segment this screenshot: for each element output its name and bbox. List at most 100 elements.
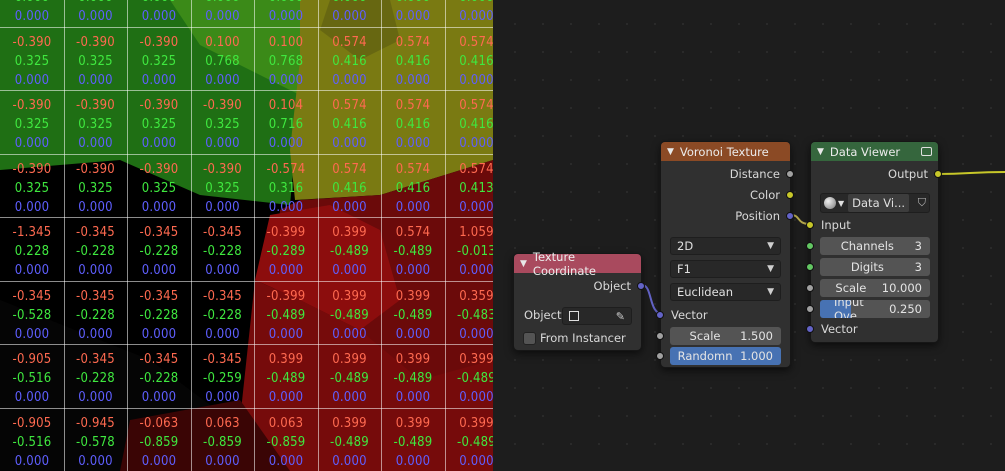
data-cell: -0.390 0.325 0.000 (127, 96, 191, 153)
viewer-node-icon[interactable] (921, 147, 932, 156)
randomness-input-socket[interactable] (656, 352, 664, 360)
voronoi-texture-header[interactable]: ▼ Voronoi Texture (661, 142, 790, 161)
cell-value-y: -0.859 (203, 434, 242, 450)
cell-value-x: -0.345 (12, 288, 52, 304)
input-socket[interactable] (806, 221, 814, 229)
cell-value-z: 0.000 (332, 72, 367, 88)
cell-value-y: -0.259 (203, 371, 242, 386)
cell-value-y: -0.489 (330, 371, 369, 386)
scale-label: Scale (689, 329, 721, 343)
scale-input-socket[interactable] (656, 332, 664, 340)
cell-value-y: -0.228 (139, 244, 179, 259)
cell-value-z: 0.000 (78, 9, 113, 24)
scale-field[interactable]: Scale 10.000 (820, 279, 930, 297)
data-cell: 0.399 -0.489 0.000 (254, 350, 318, 407)
digits-field[interactable]: Digits 3 (820, 258, 930, 276)
from-instancer-checkbox[interactable] (523, 332, 536, 345)
distance-output-socket[interactable] (786, 170, 794, 178)
scale-field[interactable]: Scale 1.500 (670, 327, 781, 345)
collapse-chevron-icon[interactable]: ▼ (520, 259, 527, 269)
cell-value-x: 0.100 (205, 34, 240, 50)
datablock-selector[interactable]: ▼ Data Vi... ⛉ (820, 193, 930, 213)
vector-input-socket[interactable] (806, 325, 814, 333)
object-picker-field[interactable]: ✎ (562, 307, 632, 325)
data-viewer-header[interactable]: ▼ Data Viewer (811, 142, 938, 161)
cell-value-y: -0.489 (330, 434, 369, 450)
texture-coordinate-node[interactable]: ▼ Texture Coordinate Object Object: ✎ Fr… (513, 250, 645, 351)
cell-value-z: 0.000 (268, 199, 304, 215)
cell-value-y: -0.528 (12, 307, 52, 323)
data-cell: -0.390 0.325 0.000 (191, 96, 255, 153)
vector-input-socket[interactable] (656, 311, 664, 319)
data-cell: 0.0000.0000.000 (254, 0, 318, 26)
feature-dropdown[interactable]: F1 ▼ (670, 260, 781, 278)
channels-input-socket[interactable] (806, 242, 814, 250)
position-output-socket[interactable] (786, 212, 794, 220)
feature-value: F1 (677, 262, 691, 276)
color-output-socket[interactable] (786, 191, 794, 199)
data-cell: 0.574 0.416 0.000 (445, 96, 493, 153)
data-cell: -0.390 0.325 0.000 (191, 160, 255, 217)
cell-value-z: 0.000 (78, 326, 113, 342)
output-label: Output (888, 167, 928, 181)
cell-value-x: -0.345 (76, 225, 115, 240)
digits-value: 3 (914, 260, 922, 274)
input-overlay-field[interactable]: Input Ove 0.250 (820, 300, 930, 318)
viewport-data-overlay[interactable]: 0.000 0.000 0.000 0.000 0.000 0.000 0.000 0.000… (0, 0, 493, 471)
cell-value-x: 0.574 (332, 34, 367, 50)
cell-value-x: 0.399 (332, 288, 367, 304)
cell-value-z: 0.000 (141, 326, 177, 342)
cell-value-z: 0.000 (332, 9, 367, 24)
cell-value-x: 0.399 (332, 415, 367, 431)
data-cell: 0.399 -0.489 0.000 (318, 414, 382, 471)
digits-input-socket[interactable] (806, 263, 814, 271)
cell-value-y: -0.228 (203, 244, 242, 259)
node-editor[interactable]: ▼ Texture Coordinate Object Object: ✎ Fr… (493, 0, 1005, 471)
shield-fake-user-icon[interactable]: ⛉ (918, 196, 926, 210)
eyedropper-icon[interactable]: ✎ (616, 310, 625, 323)
cell-value-x: -0.390 (12, 98, 52, 113)
cell-value-y: 0.768 (268, 53, 304, 69)
scale-input-socket[interactable] (806, 284, 814, 292)
data-cell: -0.345 -0.259 0.000 (191, 350, 255, 407)
object-output-socket[interactable] (637, 282, 645, 290)
channels-value: 3 (914, 239, 922, 253)
randomness-label: Randomn (677, 349, 733, 363)
from-instancer-label: From Instancer (540, 331, 626, 345)
cell-value-z: 0.000 (268, 9, 304, 24)
output-position-row: Position (661, 206, 790, 226)
cell-value-y: -0.859 (266, 434, 306, 450)
cell-value-y: -0.489 (266, 371, 306, 386)
metric-dropdown[interactable]: Euclidean ▼ (670, 283, 781, 301)
cell-value-x: 0.063 (205, 415, 240, 431)
data-cell: -0.390 0.325 0.000 (0, 33, 64, 90)
dimension-value: 2D (677, 239, 694, 253)
cell-value-z: 0.000 (205, 136, 240, 151)
data-cell: -0.063 -0.859 0.000 (127, 414, 191, 471)
input-overlay-socket[interactable] (806, 305, 814, 313)
cell-value-z: 0.000 (141, 72, 177, 88)
randomness-field[interactable]: Randomn 1.000 (670, 347, 781, 365)
dimension-dropdown[interactable]: 2D ▼ (670, 237, 781, 255)
cell-value-z: 0.000 (78, 136, 113, 151)
texture-coordinate-header[interactable]: ▼ Texture Coordinate (514, 250, 641, 278)
cell-value-y: 0.325 (141, 53, 177, 69)
collapse-chevron-icon[interactable]: ▼ (817, 147, 824, 157)
cell-value-z: 0.000 (459, 199, 493, 215)
cell-value-z: 0.000 (141, 199, 177, 215)
data-cell: -0.345 -0.228 0.000 (64, 223, 128, 280)
voronoi-texture-node[interactable]: ▼ Voronoi Texture Distance Color Positio… (656, 141, 794, 368)
sphere-material-icon[interactable] (824, 197, 836, 209)
collapse-chevron-icon[interactable]: ▼ (667, 147, 674, 157)
data-viewer-node[interactable]: ▼ Data Viewer Output ▼ Data Vi... ⛉ Inpu… (806, 141, 942, 343)
output-row: Output (811, 164, 938, 184)
cell-value-z: 0.000 (459, 72, 493, 88)
output-socket[interactable] (934, 170, 942, 178)
cell-value-y: 0.325 (141, 180, 177, 196)
channels-field[interactable]: Channels 3 (820, 237, 930, 255)
cell-value-z: 0.000 (205, 199, 240, 215)
cell-value-y: 0.325 (78, 180, 113, 196)
cell-value-z: 0.000 (205, 326, 240, 342)
data-cell: 0.0000.0000.000 (0, 0, 64, 26)
data-cell: 0.0000.0000.000 (318, 0, 382, 26)
